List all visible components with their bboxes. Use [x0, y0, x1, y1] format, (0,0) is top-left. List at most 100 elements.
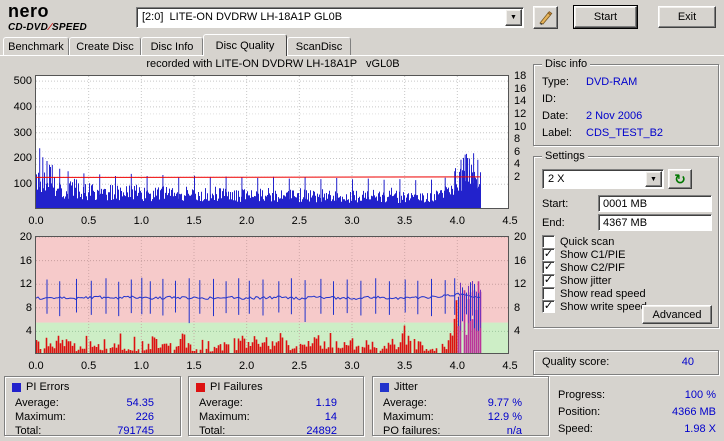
- quality-score-box: Quality score: 40: [533, 350, 719, 375]
- axis-tick-label: 0.5: [81, 215, 97, 227]
- checkbox-show-read-speed[interactable]: Show read speed: [542, 287, 646, 300]
- tab-disc-info[interactable]: Disc Info: [141, 37, 203, 55]
- stat-row: Average: 1.19: [199, 397, 337, 409]
- progress-value: 100 %: [684, 388, 716, 401]
- disc-label-value: CDS_TEST_B2: [586, 126, 664, 139]
- checkbox-box[interactable]: ✓: [542, 248, 555, 261]
- logo-product-text: CD-DVD∕SPEED: [8, 22, 132, 33]
- pif-jitter-chart: [35, 236, 509, 354]
- start-mb-label: Start:: [542, 198, 569, 210]
- axis-tick-label: 8: [514, 301, 521, 314]
- pi-errors-chart: [35, 75, 509, 209]
- stat-row: PO failures: n/a: [383, 425, 522, 437]
- axis-tick-label: 6: [514, 145, 521, 158]
- axis-tick-label: 8: [514, 133, 521, 146]
- axis-tick-label: 2.0: [239, 360, 255, 372]
- quality-score-label: Quality score:: [542, 356, 610, 368]
- disc-info-title: Disc info: [542, 58, 591, 70]
- axis-tick-label: 3.5: [397, 360, 413, 372]
- speed-select[interactable]: 2 X ▼: [542, 169, 664, 189]
- end-mb-label: End:: [542, 217, 565, 229]
- drive-select[interactable]: [2:0] LITE-ON DVDRW LH-18A1P GL0B ▼: [136, 7, 524, 28]
- axis-tick-label: 0.0: [28, 360, 44, 372]
- axis-tick-label: 3.0: [344, 360, 360, 372]
- logo-speed: SPEED: [51, 22, 87, 33]
- axis-tick-label: 2: [514, 171, 521, 184]
- scan-status: Progress: 100 % Position: 4366 MB Speed: 1.…: [548, 386, 718, 437]
- disc-info-row: ID:: [542, 92, 557, 105]
- axis-tick-label: 200: [13, 152, 32, 165]
- checkbox-show-c2-pif[interactable]: ✓ Show C2/PIF: [542, 261, 625, 274]
- axis-tick-label: 4: [514, 158, 521, 171]
- pi-failures-swatch: [196, 382, 205, 392]
- end-mb-field[interactable]: 4367 MB: [598, 214, 712, 231]
- chevron-down-icon[interactable]: ▼: [505, 9, 522, 26]
- checkbox-quick-scan[interactable]: Quick scan: [542, 235, 614, 248]
- axis-tick-label: 2.5: [291, 360, 307, 372]
- axis-tick-label: 16: [514, 82, 527, 95]
- stat-row: Total: 791745: [15, 425, 154, 437]
- start-button[interactable]: Start: [573, 5, 638, 29]
- advanced-button[interactable]: Advanced: [642, 305, 712, 324]
- axis-tick-label: 16: [514, 254, 527, 267]
- checkbox-box[interactable]: ✓: [542, 261, 555, 274]
- status-row: Position: 4366 MB: [558, 405, 716, 418]
- hand-tool-button[interactable]: [533, 6, 558, 29]
- dropdown-arrow-glyph: ▼: [650, 175, 657, 183]
- checkbox-box[interactable]: ✓: [542, 274, 555, 287]
- tab-disc-quality[interactable]: Disc Quality: [203, 34, 287, 56]
- axis-tick-label: 14: [514, 95, 527, 108]
- axis-tick-label: 4: [514, 325, 521, 338]
- tab-benchmark[interactable]: Benchmark: [3, 37, 69, 55]
- logo-cd-dvd: CD-DVD: [8, 22, 49, 33]
- axis-tick-label: 4.0: [449, 215, 465, 227]
- axis-tick-label: 300: [13, 126, 32, 139]
- stat-row: Maximum: 12.9 %: [383, 411, 522, 423]
- axis-tick-label: 500: [13, 75, 32, 88]
- start-mb-field[interactable]: 0001 MB: [598, 195, 712, 212]
- end-mb-value: 4367 MB: [603, 217, 648, 229]
- axis-tick-label: 1.0: [133, 215, 149, 227]
- axis-tick-label: 8: [25, 301, 32, 314]
- tab-scandisc[interactable]: ScanDisc: [287, 37, 351, 55]
- axis-tick-label: 18: [514, 70, 527, 82]
- stat-title: PI Errors: [26, 381, 70, 393]
- disc-date-value: 2 Nov 2006: [586, 109, 643, 122]
- checkbox-show-c1-pie[interactable]: ✓ Show C1/PIE: [542, 248, 625, 261]
- status-row: Progress: 100 %: [558, 388, 716, 401]
- chevron-down-icon[interactable]: ▼: [645, 171, 662, 187]
- checkbox-box[interactable]: [542, 235, 555, 248]
- axis-tick-label: 10: [514, 120, 527, 133]
- chart-title: recorded with LITE-ON DVDRW LH-18A1P vGL…: [146, 58, 400, 70]
- axis-tick-label: 4.5: [502, 215, 518, 227]
- dropdown-arrow-glyph: ▼: [510, 14, 517, 21]
- disc-info-group: Disc info Type: DVD-RAM ID: Date: 2 Nov 20…: [533, 58, 719, 146]
- position-value: 4366 MB: [671, 405, 716, 418]
- axis-tick-label: 4: [25, 325, 32, 338]
- stat-row: Average: 9.77 %: [383, 397, 522, 409]
- settings-title: Settings: [542, 150, 588, 162]
- axis-tick-label: 1.5: [186, 360, 202, 372]
- refresh-button[interactable]: ↻: [668, 169, 692, 189]
- disc-info-row: Type: DVD-RAM: [542, 75, 638, 88]
- checkbox-show-jitter[interactable]: ✓ Show jitter: [542, 274, 611, 287]
- checkbox-box[interactable]: [542, 287, 555, 300]
- stat-title: PI Failures: [210, 381, 263, 393]
- axis-tick-label: 12: [514, 278, 527, 291]
- refresh-icon: ↻: [674, 171, 686, 187]
- pi-failures-stats: PI Failures Average: 1.19 Maximum: 14 Tota…: [188, 376, 364, 437]
- disc-type-value: DVD-RAM: [586, 75, 638, 88]
- checkbox-box[interactable]: ✓: [542, 300, 555, 313]
- disc-info-rows: Type: DVD-RAM ID: Date: 2 Nov 2006 Label: C…: [542, 73, 714, 141]
- start-mb-value: 0001 MB: [603, 198, 648, 210]
- axis-tick-label: 12: [19, 278, 32, 291]
- pi-errors-swatch: [12, 382, 21, 392]
- drive-select-value: [2:0] LITE-ON DVDRW LH-18A1P GL0B: [142, 11, 343, 23]
- tab-create-disc[interactable]: Create Disc: [69, 37, 141, 55]
- axis-tick-label: 4.0: [449, 360, 465, 372]
- status-row: Speed: 1.98 X: [558, 422, 716, 435]
- axis-tick-label: 0.5: [81, 360, 97, 372]
- jitter-stats: Jitter Average: 9.77 % Maximum: 12.9 % PO …: [372, 376, 549, 437]
- checkbox-show-write-speed[interactable]: ✓ Show write speed: [542, 300, 647, 313]
- exit-button[interactable]: Exit: [658, 6, 716, 28]
